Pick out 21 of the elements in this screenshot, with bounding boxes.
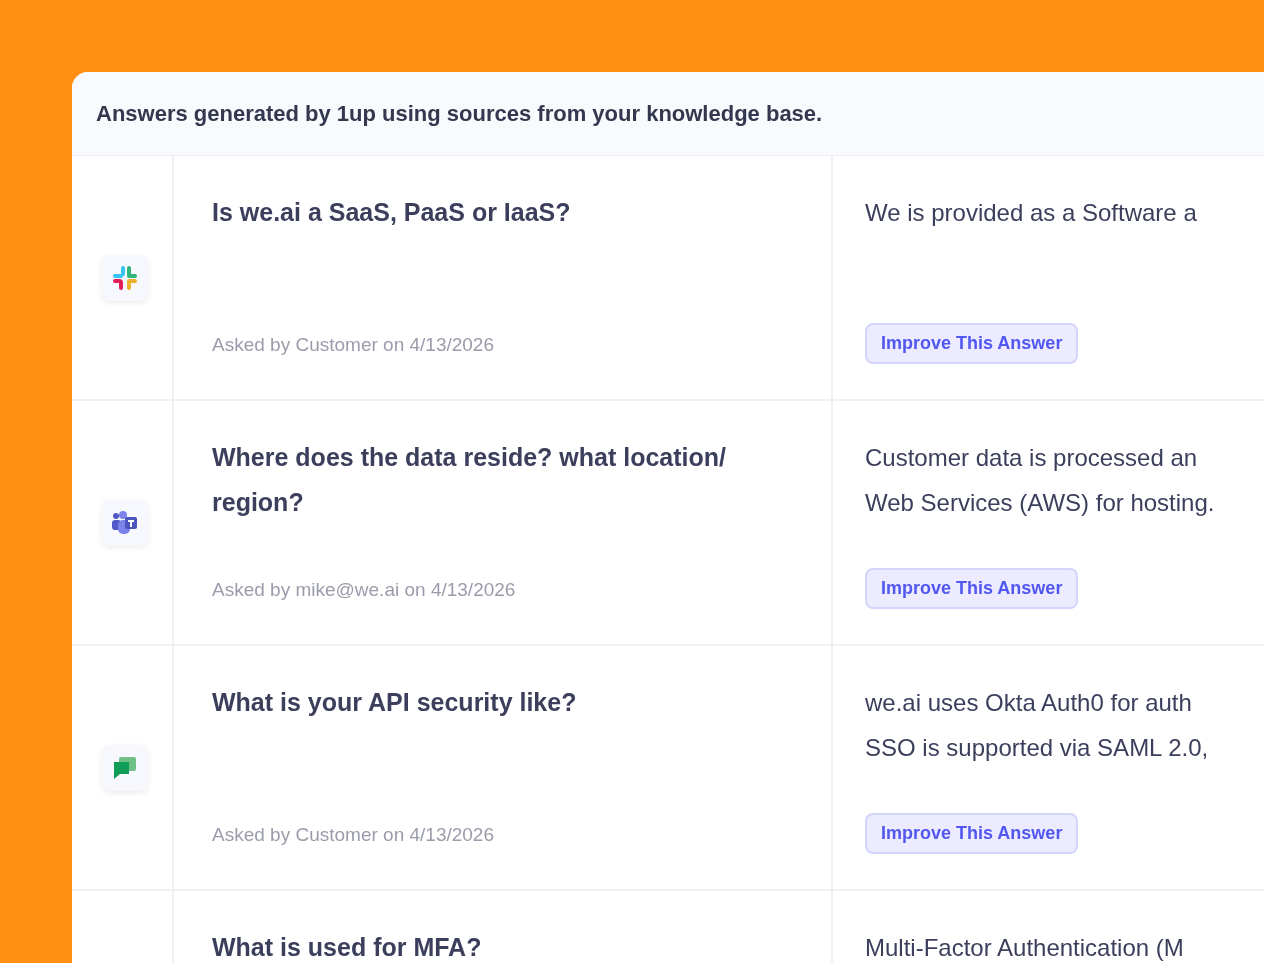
improve-answer-button[interactable]: Improve This Answer [865, 323, 1079, 364]
asked-by-text: Asked by Customer on 4/13/2026 [212, 332, 495, 357]
question-text: What is used for MFA? [212, 932, 483, 963]
question-text: What is your API security like? [212, 687, 578, 718]
people-icon [110, 508, 140, 537]
answer-text: SSO is supported via SAML 2.0, [865, 733, 1210, 763]
improve-answer-button[interactable]: Improve This Answer [865, 568, 1079, 609]
asked-by-text: Asked by mike@we.ai on 4/13/2026 [212, 577, 517, 602]
answer-text: Multi-Factor Authentication (M [865, 933, 1185, 963]
answer-text: We is provided as a Software a [865, 198, 1198, 228]
improve-answer-button[interactable]: Improve This Answer [865, 813, 1079, 854]
asked-by-text: Asked by Customer on 4/13/2026 [212, 822, 495, 847]
header-text: Answers generated by 1up using sources from your knowledge base. [96, 100, 823, 128]
question-text: Where does the data reside? what location/ [212, 442, 727, 473]
question-text: Is we.ai a SaaS, PaaS or IaaS? [212, 197, 572, 228]
hash-icon [111, 263, 139, 292]
answer-text: we.ai uses Okta Auth0 for auth [865, 688, 1193, 718]
answer-text: Customer data is processed an [865, 443, 1199, 473]
chat-bubble-icon [112, 754, 138, 781]
answer-text: Web Services (AWS) for hosting. [865, 488, 1216, 518]
question-text: region? [212, 487, 305, 518]
